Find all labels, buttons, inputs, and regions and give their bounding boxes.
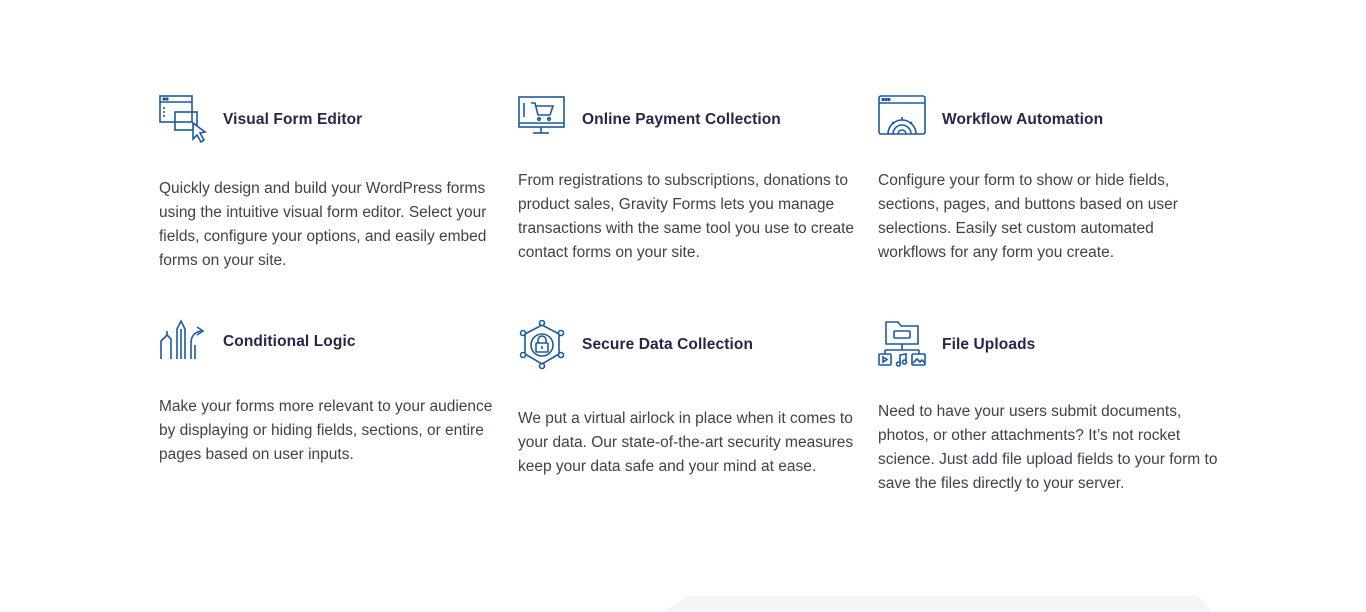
conditional-logic-icon (159, 317, 209, 367)
feature-conditional-logic: Conditional Logic Make your forms more r… (159, 317, 504, 463)
feature-header: Workflow Automation (878, 95, 1223, 145)
feature-header: Online Payment Collection (518, 95, 863, 145)
feature-description: Configure your form to show or hide fiel… (878, 172, 1178, 261)
feature-secure-data: Secure Data Collection We put a virtual … (518, 320, 863, 475)
features-section: Visual Form Editor Quickly design and bu… (0, 0, 1366, 612)
feature-header: File Uploads (878, 320, 1223, 370)
feature-title: Online Payment Collection (582, 111, 781, 128)
bottom-decorative-shape (655, 596, 1215, 612)
workflow-gear-icon (878, 95, 928, 145)
feature-description: Make your forms more relevant to your au… (159, 398, 493, 463)
feature-online-payment: Online Payment Collection From registrat… (518, 95, 863, 261)
form-editor-icon (159, 95, 209, 145)
feature-header: Visual Form Editor (159, 95, 504, 145)
feature-description: We put a virtual airlock in place when i… (518, 410, 854, 475)
file-upload-icon (878, 320, 928, 370)
feature-description: Quickly design and build your WordPress … (159, 180, 487, 269)
feature-title: Workflow Automation (942, 111, 1104, 128)
feature-workflow-automation: Workflow Automation Configure your form … (878, 95, 1223, 261)
feature-title: Conditional Logic (223, 333, 356, 350)
payment-cart-icon (518, 95, 568, 145)
feature-file-uploads: File Uploads Need to have your users sub… (878, 320, 1223, 492)
feature-title: Secure Data Collection (582, 336, 754, 353)
feature-visual-form-editor: Visual Form Editor Quickly design and bu… (159, 95, 504, 269)
feature-title: Visual Form Editor (223, 111, 363, 128)
secure-lock-icon (518, 320, 568, 370)
feature-header: Conditional Logic (159, 317, 504, 367)
feature-header: Secure Data Collection (518, 320, 863, 370)
feature-description: Need to have your users submit documents… (878, 403, 1218, 492)
feature-title: File Uploads (942, 336, 1036, 353)
feature-description: From registrations to subscriptions, don… (518, 172, 855, 261)
